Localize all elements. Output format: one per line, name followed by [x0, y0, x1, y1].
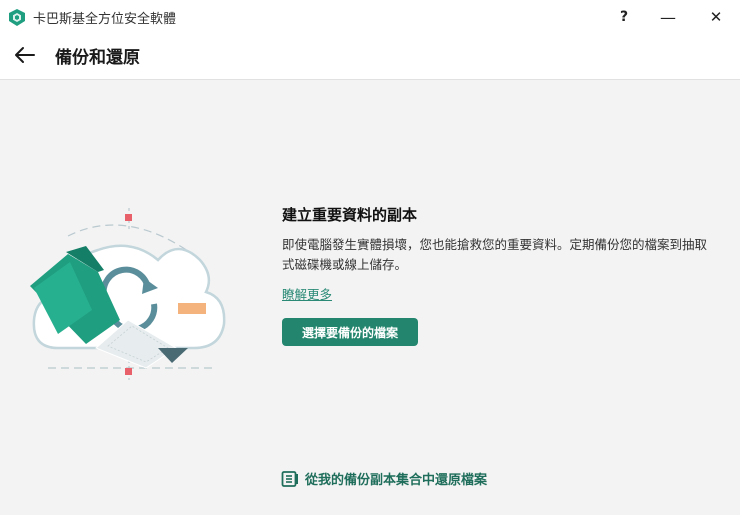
help-button[interactable]: ?	[607, 4, 641, 30]
select-files-button[interactable]: 選擇要備份的檔案	[282, 318, 418, 346]
restore-files-link[interactable]: 從我的備份副本集合中還原檔案	[281, 469, 487, 488]
close-button[interactable]: ✕	[699, 4, 733, 30]
section-description: 即使電腦發生實體損壞，您也能搶救您的重要資料。定期備份您的檔案到抽取式磁碟機或線…	[282, 237, 708, 272]
arrow-left-icon[interactable]	[14, 45, 36, 65]
section-heading: 建立重要資料的副本	[282, 206, 418, 224]
app-title: 卡巴斯基全方位安全軟體	[33, 12, 177, 27]
page-title: 備份和還原	[55, 48, 140, 68]
kaspersky-logo-icon	[9, 9, 25, 26]
minimize-button[interactable]: —	[651, 4, 685, 30]
content-panel: 建立重要資料的副本 即使電腦發生實體損壞，您也能搶救您的重要資料。定期備份您的檔…	[282, 204, 722, 303]
page-header: 備份和還原	[0, 34, 740, 80]
backup-illustration	[30, 208, 226, 380]
learn-more-link[interactable]: 瞭解更多	[282, 284, 332, 303]
restore-files-label: 從我的備份副本集合中還原檔案	[305, 473, 488, 488]
backup-storage-icon	[281, 470, 298, 487]
title-bar: 卡巴斯基全方位安全軟體 ? — ✕	[0, 0, 740, 34]
